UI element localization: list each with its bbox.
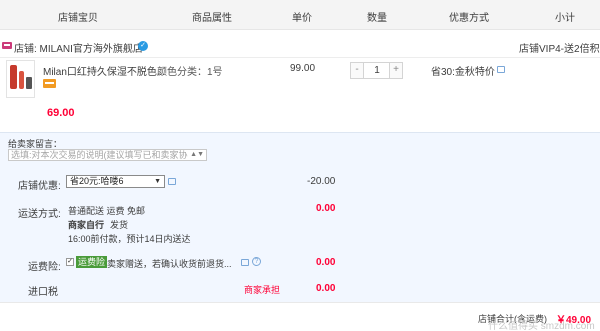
item-promo: 省30:金秋特价 — [431, 67, 495, 78]
card-payment-icon — [43, 79, 56, 88]
seller-message-input[interactable]: 选填:对本次交易的说明(建议填写已和卖家协 ▲▼ — [8, 149, 207, 161]
discount-info-icon[interactable] — [168, 178, 176, 185]
quantity-stepper: - 1 + — [350, 62, 403, 79]
insurance-checkbox[interactable]: ✓ — [66, 258, 74, 266]
quantity-minus-button[interactable]: - — [351, 63, 364, 78]
insurance-tag: 运费险 — [76, 256, 108, 268]
shop-discount-amount: -20.00 — [307, 176, 336, 187]
shipping-label: 运送方式: — [18, 209, 61, 220]
product-attribute: 颜色分类：1号 — [157, 67, 223, 78]
shop-vip-label: 店铺VIP4-送2倍积分 — [519, 44, 600, 55]
insurance-chat-icon[interactable] — [241, 259, 249, 266]
header-unit-price: 单价 — [292, 13, 312, 24]
shipping-merchant: 商家自行 — [68, 220, 105, 230]
message-resize-icon: ▲▼ — [190, 151, 204, 158]
shipping-dispatch: 发货 — [110, 220, 129, 230]
shop-discount-select[interactable]: 省20元:哈喽6 ▼ — [66, 175, 165, 188]
header-shop-item: 店铺宝贝 — [58, 13, 98, 24]
insurance-help-icon[interactable]: ? — [252, 257, 261, 266]
quantity-input[interactable]: 1 — [365, 63, 389, 78]
message-placeholder: 选填:对本次交易的说明(建议填写已和卖家协 — [11, 150, 188, 160]
promo-info-icon[interactable] — [497, 66, 505, 73]
import-tax-label: 进口税 — [28, 287, 58, 298]
quantity-plus-button[interactable]: + — [389, 63, 402, 78]
shop-row: 店铺: MILANI官方海外旗舰店 ✓ 店铺VIP4-送2倍积分 — [0, 37, 600, 57]
shipping-eta: 16:00前付款，预计14日内送达 — [68, 234, 191, 244]
shop-discount-label: 店铺优惠: — [18, 181, 61, 192]
verified-shop-icon: ✓ — [138, 41, 148, 51]
product-title-link[interactable]: Milan口红持久保湿不脱色... — [43, 63, 165, 78]
header-quantity: 数量 — [367, 13, 387, 24]
chevron-down-icon: ▼ — [154, 178, 161, 185]
insurance-text: 卖家赠送，若确认收货前退货... — [107, 259, 232, 269]
item-final-price: 69.00 — [47, 107, 75, 119]
shop-discount-selected: 省20元:哈喽6 — [70, 176, 124, 186]
header-attributes: 商品属性 — [192, 13, 232, 24]
insurance-amount: 0.00 — [316, 257, 336, 268]
import-tax-amount: 0.00 — [316, 283, 336, 294]
unit-price: 99.00 — [290, 63, 316, 74]
watermark: 什么值得买 smzdm.com — [488, 321, 595, 331]
header-promo: 优惠方式 — [449, 13, 489, 24]
insurance-label: 运费险: — [28, 262, 61, 273]
import-tax-note: 商家承担 — [244, 285, 281, 295]
shipping-amount: 0.00 — [316, 203, 336, 214]
shop-cart-icon — [2, 42, 12, 49]
shipping-method: 普通配送 运费 免邮 — [68, 206, 146, 216]
table-header: 店铺宝贝 商品属性 单价 数量 优惠方式 小计 — [0, 0, 600, 30]
shop-name-link[interactable]: 店铺: MILANI官方海外旗舰店 — [14, 40, 143, 55]
product-thumbnail[interactable] — [6, 60, 35, 98]
header-subtotal: 小计 — [555, 13, 575, 24]
